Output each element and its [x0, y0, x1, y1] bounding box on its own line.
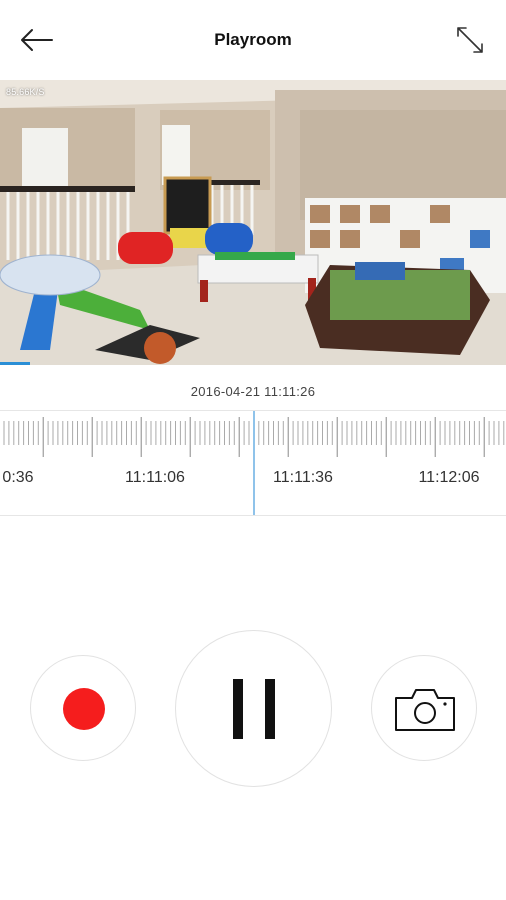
playroom-scene-image — [0, 80, 506, 365]
timeline-label: 11:11:36 — [273, 469, 333, 486]
timeline-label: 11:12:06 — [418, 469, 480, 486]
timeline-label: 11:11:06 — [125, 469, 185, 486]
playback-datetime: 2016-04-21 11:11:26 — [190, 384, 316, 399]
snapshot-button[interactable] — [371, 655, 477, 761]
playback-progress-track — [0, 362, 506, 365]
pause-button[interactable] — [175, 630, 332, 787]
page-title: Playroom — [214, 30, 292, 49]
bitrate-readout: 85.66K/S — [6, 87, 45, 97]
camera-feed[interactable]: 85.66K/S — [0, 80, 506, 365]
expand-arrows-icon — [457, 27, 483, 53]
playback-progress-fill — [0, 362, 31, 365]
timeline-label: 0:36 — [2, 469, 34, 486]
timeline-scrubber[interactable]: 0:36 11:11:06 11:11:36 11:12:06 — [0, 410, 506, 516]
header: Playroom — [0, 0, 506, 80]
pause-bar-left — [233, 679, 243, 739]
fullscreen-button[interactable] — [454, 24, 486, 56]
record-button[interactable] — [30, 655, 136, 761]
camera-icon — [395, 689, 455, 731]
pause-bar-right — [265, 679, 275, 739]
record-dot-icon — [63, 688, 105, 730]
timeline-cursor[interactable] — [253, 411, 255, 515]
